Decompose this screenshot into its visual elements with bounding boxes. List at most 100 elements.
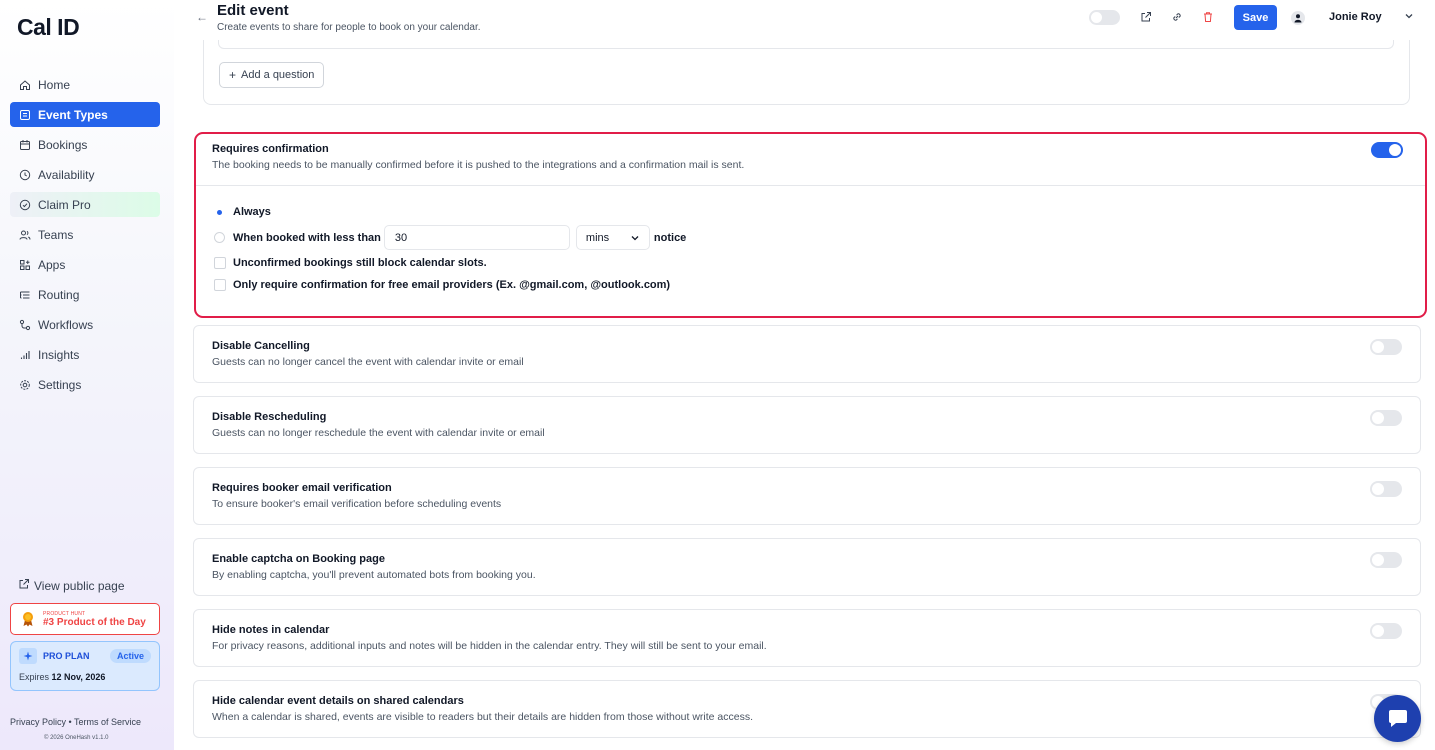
setting-toggle[interactable] bbox=[1370, 552, 1402, 568]
add-question-button[interactable]: + Add a question bbox=[219, 62, 325, 88]
setting-toggle[interactable] bbox=[1370, 410, 1402, 426]
unit-select-value: mins bbox=[585, 231, 610, 244]
view-public-label: View public page bbox=[34, 578, 125, 593]
save-button[interactable]: Save bbox=[1234, 5, 1277, 30]
setting-title: Disable Cancelling bbox=[212, 340, 310, 352]
plan-expiry: Expires 12 Nov, 2026 bbox=[19, 672, 106, 682]
sidebar-item-home[interactable]: Home bbox=[10, 72, 160, 97]
setting-toggle[interactable] bbox=[1370, 623, 1402, 639]
sidebar-item-label: Teams bbox=[38, 227, 74, 242]
sidebar-item-workflows[interactable]: Workflows bbox=[10, 312, 160, 337]
sidebar-item-availability[interactable]: Availability bbox=[10, 162, 160, 187]
sidebar-item-label: Availability bbox=[38, 167, 95, 182]
page-subtitle: Create events to share for people to boo… bbox=[217, 22, 481, 33]
requires-confirmation-title: Requires confirmation bbox=[212, 143, 329, 155]
option-free-email[interactable]: Only require confirmation for free email… bbox=[214, 279, 670, 291]
sidebar-item-settings[interactable]: Settings bbox=[10, 372, 160, 397]
sidebar-nav: Home Event Types Bookings Availability C… bbox=[10, 72, 160, 402]
terms-of-service-link[interactable]: Terms of Service bbox=[74, 717, 141, 727]
threshold-input[interactable]: 30 bbox=[383, 225, 570, 250]
sidebar: Cal ID Home Event Types Bookings Availab… bbox=[0, 0, 174, 750]
sidebar-item-bookings[interactable]: Bookings bbox=[10, 132, 160, 157]
radio-less-than[interactable] bbox=[214, 232, 225, 243]
setting-toggle[interactable] bbox=[1370, 339, 1402, 355]
app-logo[interactable]: Cal ID bbox=[17, 14, 80, 41]
chat-button[interactable] bbox=[1374, 695, 1421, 742]
divider bbox=[196, 185, 1425, 186]
setting-desc: When a calendar is shared, events are vi… bbox=[212, 711, 754, 723]
gear-icon bbox=[18, 378, 32, 392]
footer-separator: • bbox=[68, 717, 72, 727]
calendar-icon bbox=[18, 138, 32, 152]
badge-icon bbox=[18, 198, 32, 212]
view-public-page-link[interactable]: View public page bbox=[18, 578, 125, 593]
sidebar-item-apps[interactable]: Apps bbox=[10, 252, 160, 277]
sidebar-item-label: Home bbox=[38, 77, 71, 92]
plan-card[interactable]: PRO PLAN Active Expires 12 Nov, 2026 bbox=[10, 641, 160, 691]
sidebar-item-event-types[interactable]: Event Types bbox=[10, 102, 160, 127]
sidebar-item-label: Settings bbox=[38, 377, 82, 392]
requires-confirmation-desc: The booking needs to be manually confirm… bbox=[212, 159, 745, 171]
setting-title: Requires booker email verification bbox=[212, 482, 392, 494]
option-less-than-label: When booked with less than bbox=[233, 231, 381, 244]
copy-link-icon[interactable] bbox=[1170, 10, 1184, 24]
avatar[interactable] bbox=[1291, 11, 1305, 25]
sparkle-icon bbox=[19, 648, 37, 664]
requires-confirmation-toggle[interactable] bbox=[1371, 142, 1403, 158]
setting-disable-rescheduling: Disable Rescheduling Guests can no longe… bbox=[193, 396, 1421, 454]
chat-icon bbox=[1388, 709, 1407, 727]
sidebar-item-label: Event Types bbox=[38, 107, 108, 122]
trash-icon[interactable] bbox=[1201, 10, 1215, 24]
sidebar-item-label: Insights bbox=[38, 347, 80, 362]
copyright: © 2026 OneHash v1.1.0 bbox=[44, 735, 109, 741]
plus-icon: + bbox=[229, 68, 237, 82]
footer-links: Privacy Policy • Terms of Service bbox=[10, 717, 141, 727]
option-block-slots[interactable]: Unconfirmed bookings still block calenda… bbox=[214, 257, 487, 269]
external-link-icon bbox=[18, 578, 30, 593]
back-arrow-icon[interactable]: ← bbox=[196, 10, 208, 24]
checkbox-free-email[interactable] bbox=[214, 279, 226, 291]
notice-label: notice bbox=[653, 231, 687, 244]
sidebar-item-claim-pro[interactable]: Claim Pro bbox=[10, 192, 160, 217]
option-always-label: Always bbox=[233, 206, 271, 218]
setting-title: Disable Rescheduling bbox=[212, 411, 327, 423]
hide-from-profile-toggle[interactable] bbox=[1089, 10, 1120, 25]
clock-icon bbox=[18, 168, 32, 182]
option-free-email-label: Only require confirmation for free email… bbox=[233, 279, 671, 291]
external-link-icon[interactable] bbox=[1139, 10, 1153, 24]
sidebar-item-insights[interactable]: Insights bbox=[10, 342, 160, 367]
radio-always[interactable] bbox=[214, 206, 225, 218]
setting-title: Hide calendar event details on shared ca… bbox=[212, 695, 464, 707]
routing-icon bbox=[18, 288, 32, 302]
setting-desc: To ensure booker's email verification be… bbox=[212, 498, 502, 510]
sidebar-item-label: Claim Pro bbox=[38, 197, 91, 212]
setting-desc: For privacy reasons, additional inputs a… bbox=[212, 640, 767, 652]
setting-desc: Guests can no longer reschedule the even… bbox=[212, 427, 545, 439]
sidebar-item-label: Bookings bbox=[38, 137, 88, 152]
setting-hide-calendar-details: Hide calendar event details on shared ca… bbox=[193, 680, 1421, 738]
setting-desc: By enabling captcha, you'll prevent auto… bbox=[212, 569, 536, 581]
option-less-than[interactable]: When booked with less than 30 mins notic… bbox=[214, 225, 686, 250]
setting-toggle[interactable] bbox=[1370, 481, 1402, 497]
sidebar-item-label: Apps bbox=[38, 257, 66, 272]
product-hunt-rank: #3 Product of the Day bbox=[43, 616, 146, 628]
setting-title: Hide notes in calendar bbox=[212, 624, 330, 636]
page-title: Edit event bbox=[217, 2, 289, 19]
add-question-label: Add a question bbox=[241, 69, 315, 81]
privacy-policy-link[interactable]: Privacy Policy bbox=[10, 717, 66, 727]
option-block-slots-label: Unconfirmed bookings still block calenda… bbox=[233, 257, 487, 269]
setting-title: Enable captcha on Booking page bbox=[212, 553, 385, 565]
sidebar-item-label: Workflows bbox=[38, 317, 94, 332]
product-hunt-badge[interactable]: PRODUCT HUNT #3 Product of the Day bbox=[10, 603, 160, 635]
chevron-down-icon bbox=[631, 235, 639, 240]
requires-confirmation-section: Requires confirmation The booking needs … bbox=[194, 132, 1427, 318]
option-always[interactable]: Always bbox=[214, 206, 271, 218]
sidebar-item-routing[interactable]: Routing bbox=[10, 282, 160, 307]
sidebar-item-teams[interactable]: Teams bbox=[10, 222, 160, 247]
workflow-icon bbox=[18, 318, 32, 332]
user-name[interactable]: Jonie Roy bbox=[1329, 11, 1382, 23]
unit-select[interactable]: mins bbox=[575, 225, 650, 250]
checkbox-block-slots[interactable] bbox=[214, 257, 226, 269]
page-header: ← Edit event Create events to share for … bbox=[174, 0, 1435, 40]
chevron-down-icon[interactable] bbox=[1404, 10, 1414, 24]
